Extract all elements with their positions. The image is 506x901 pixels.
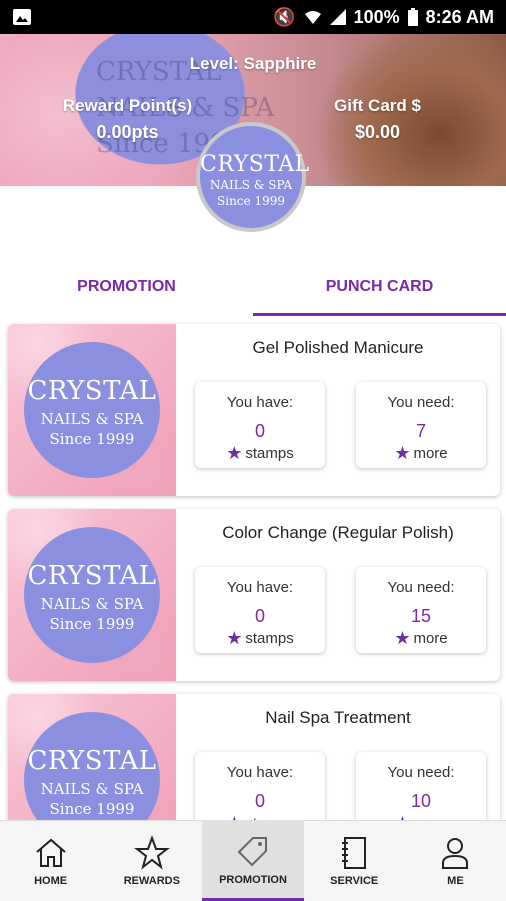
stamps-have-box: You have: 0 ★stamps [195, 382, 325, 468]
nav-rewards[interactable]: REWARDS [101, 821, 202, 901]
nav-home-label: HOME [34, 875, 68, 887]
star-icon: ★ [226, 443, 243, 463]
have-value: 0 [254, 791, 265, 811]
punch-card-list[interactable]: CRYSTAL NAILS & SPA Since 1999 Gel Polishe… [0, 318, 506, 820]
tab-punch-card[interactable]: PUNCH CARD [253, 258, 506, 316]
need-label: You need: [387, 764, 455, 781]
stamps-need-box: You need: 7 ★ more [356, 382, 486, 468]
nav-promotion-label: PROMOTION [219, 873, 287, 886]
nav-service-label: SERVICE [330, 875, 379, 887]
notebook-icon [342, 837, 367, 869]
gift-card-value: $0.00 [354, 122, 401, 142]
home-icon [35, 838, 66, 867]
nav-home[interactable]: HOME [0, 821, 101, 901]
have-label: You have: [226, 394, 294, 411]
punch-card-image: CRYSTAL NAILS & SPA Since 1999 [8, 694, 176, 820]
status-time: 8:26 AM [425, 6, 494, 27]
need-value: 7 [415, 421, 426, 441]
star-icon: ★ [394, 443, 411, 463]
mute-icon: 🔇 [273, 6, 296, 27]
have-label: You have: [226, 579, 294, 596]
membership-level: Level: Sapphire [189, 54, 317, 73]
stamps-need-box: You need: 15 ★ more [356, 567, 486, 653]
punch-card[interactable]: CRYSTAL NAILS & SPA Since 1999 Nail Spa Tr… [8, 694, 500, 820]
star-icon [133, 835, 170, 870]
punch-card-title: Nail Spa Treatment [265, 708, 411, 727]
punch-card-title: Color Change (Regular Polish) [222, 523, 454, 542]
signal-icon [329, 9, 346, 25]
gift-card-label: Gift Card $ [334, 96, 421, 115]
bottom-navigation: HOME REWARDS PROMOTION SERVICE ME [0, 820, 506, 901]
need-unit: more [413, 629, 448, 647]
have-unit: stamps [245, 444, 294, 462]
need-value: 10 [410, 791, 432, 811]
nav-service[interactable]: SERVICE [304, 821, 405, 901]
have-unit: stamps [245, 629, 294, 647]
have-value: 0 [254, 421, 265, 441]
star-icon: ★ [226, 628, 243, 648]
punch-card-image: CRYSTAL NAILS & SPA Since 1999 [8, 324, 176, 496]
nav-me[interactable]: ME [405, 821, 506, 901]
punch-card[interactable]: CRYSTAL NAILS & SPA Since 1999 Gel Polishe… [8, 324, 500, 496]
nav-promotion[interactable]: PROMOTION [202, 821, 304, 901]
tag-icon [237, 836, 267, 866]
gallery-icon [13, 9, 31, 25]
need-label: You need: [387, 579, 455, 596]
star-icon: ★ [394, 628, 411, 648]
reward-points-value: 0.00pts [96, 122, 159, 142]
status-bar: 🔇 100% 8:26 AM [0, 0, 506, 34]
need-label: You need: [387, 394, 455, 411]
have-label: You have: [226, 764, 294, 781]
battery-level: 100% [353, 6, 400, 27]
need-unit: more [413, 444, 448, 462]
nav-me-label: ME [447, 875, 464, 887]
battery-icon [407, 8, 418, 26]
stamps-have-box: You have: 0 ★stamps [195, 567, 325, 653]
tab-promotion[interactable]: PROMOTION [0, 258, 253, 316]
punch-card[interactable]: CRYSTAL NAILS & SPA Since 1999 Color Chang… [8, 509, 500, 681]
wifi-icon [304, 11, 321, 24]
stamps-need-box: You need: 10 ★more [356, 752, 486, 820]
have-value: 0 [254, 606, 265, 626]
tab-bar: PROMOTION PUNCH CARD [0, 258, 506, 316]
salon-logo: CRYSTAL NAILS & SPA Since 1999 [196, 122, 309, 232]
nav-rewards-label: REWARDS [123, 875, 180, 887]
stamps-have-box: You have: 0 ★stamps [195, 752, 325, 820]
reward-points-label: Reward Point(s) [62, 96, 193, 115]
need-value: 15 [410, 606, 432, 626]
punch-card-title: Gel Polished Manicure [252, 338, 424, 357]
punch-card-image: CRYSTAL NAILS & SPA Since 1999 [8, 509, 176, 681]
person-icon [442, 838, 469, 869]
